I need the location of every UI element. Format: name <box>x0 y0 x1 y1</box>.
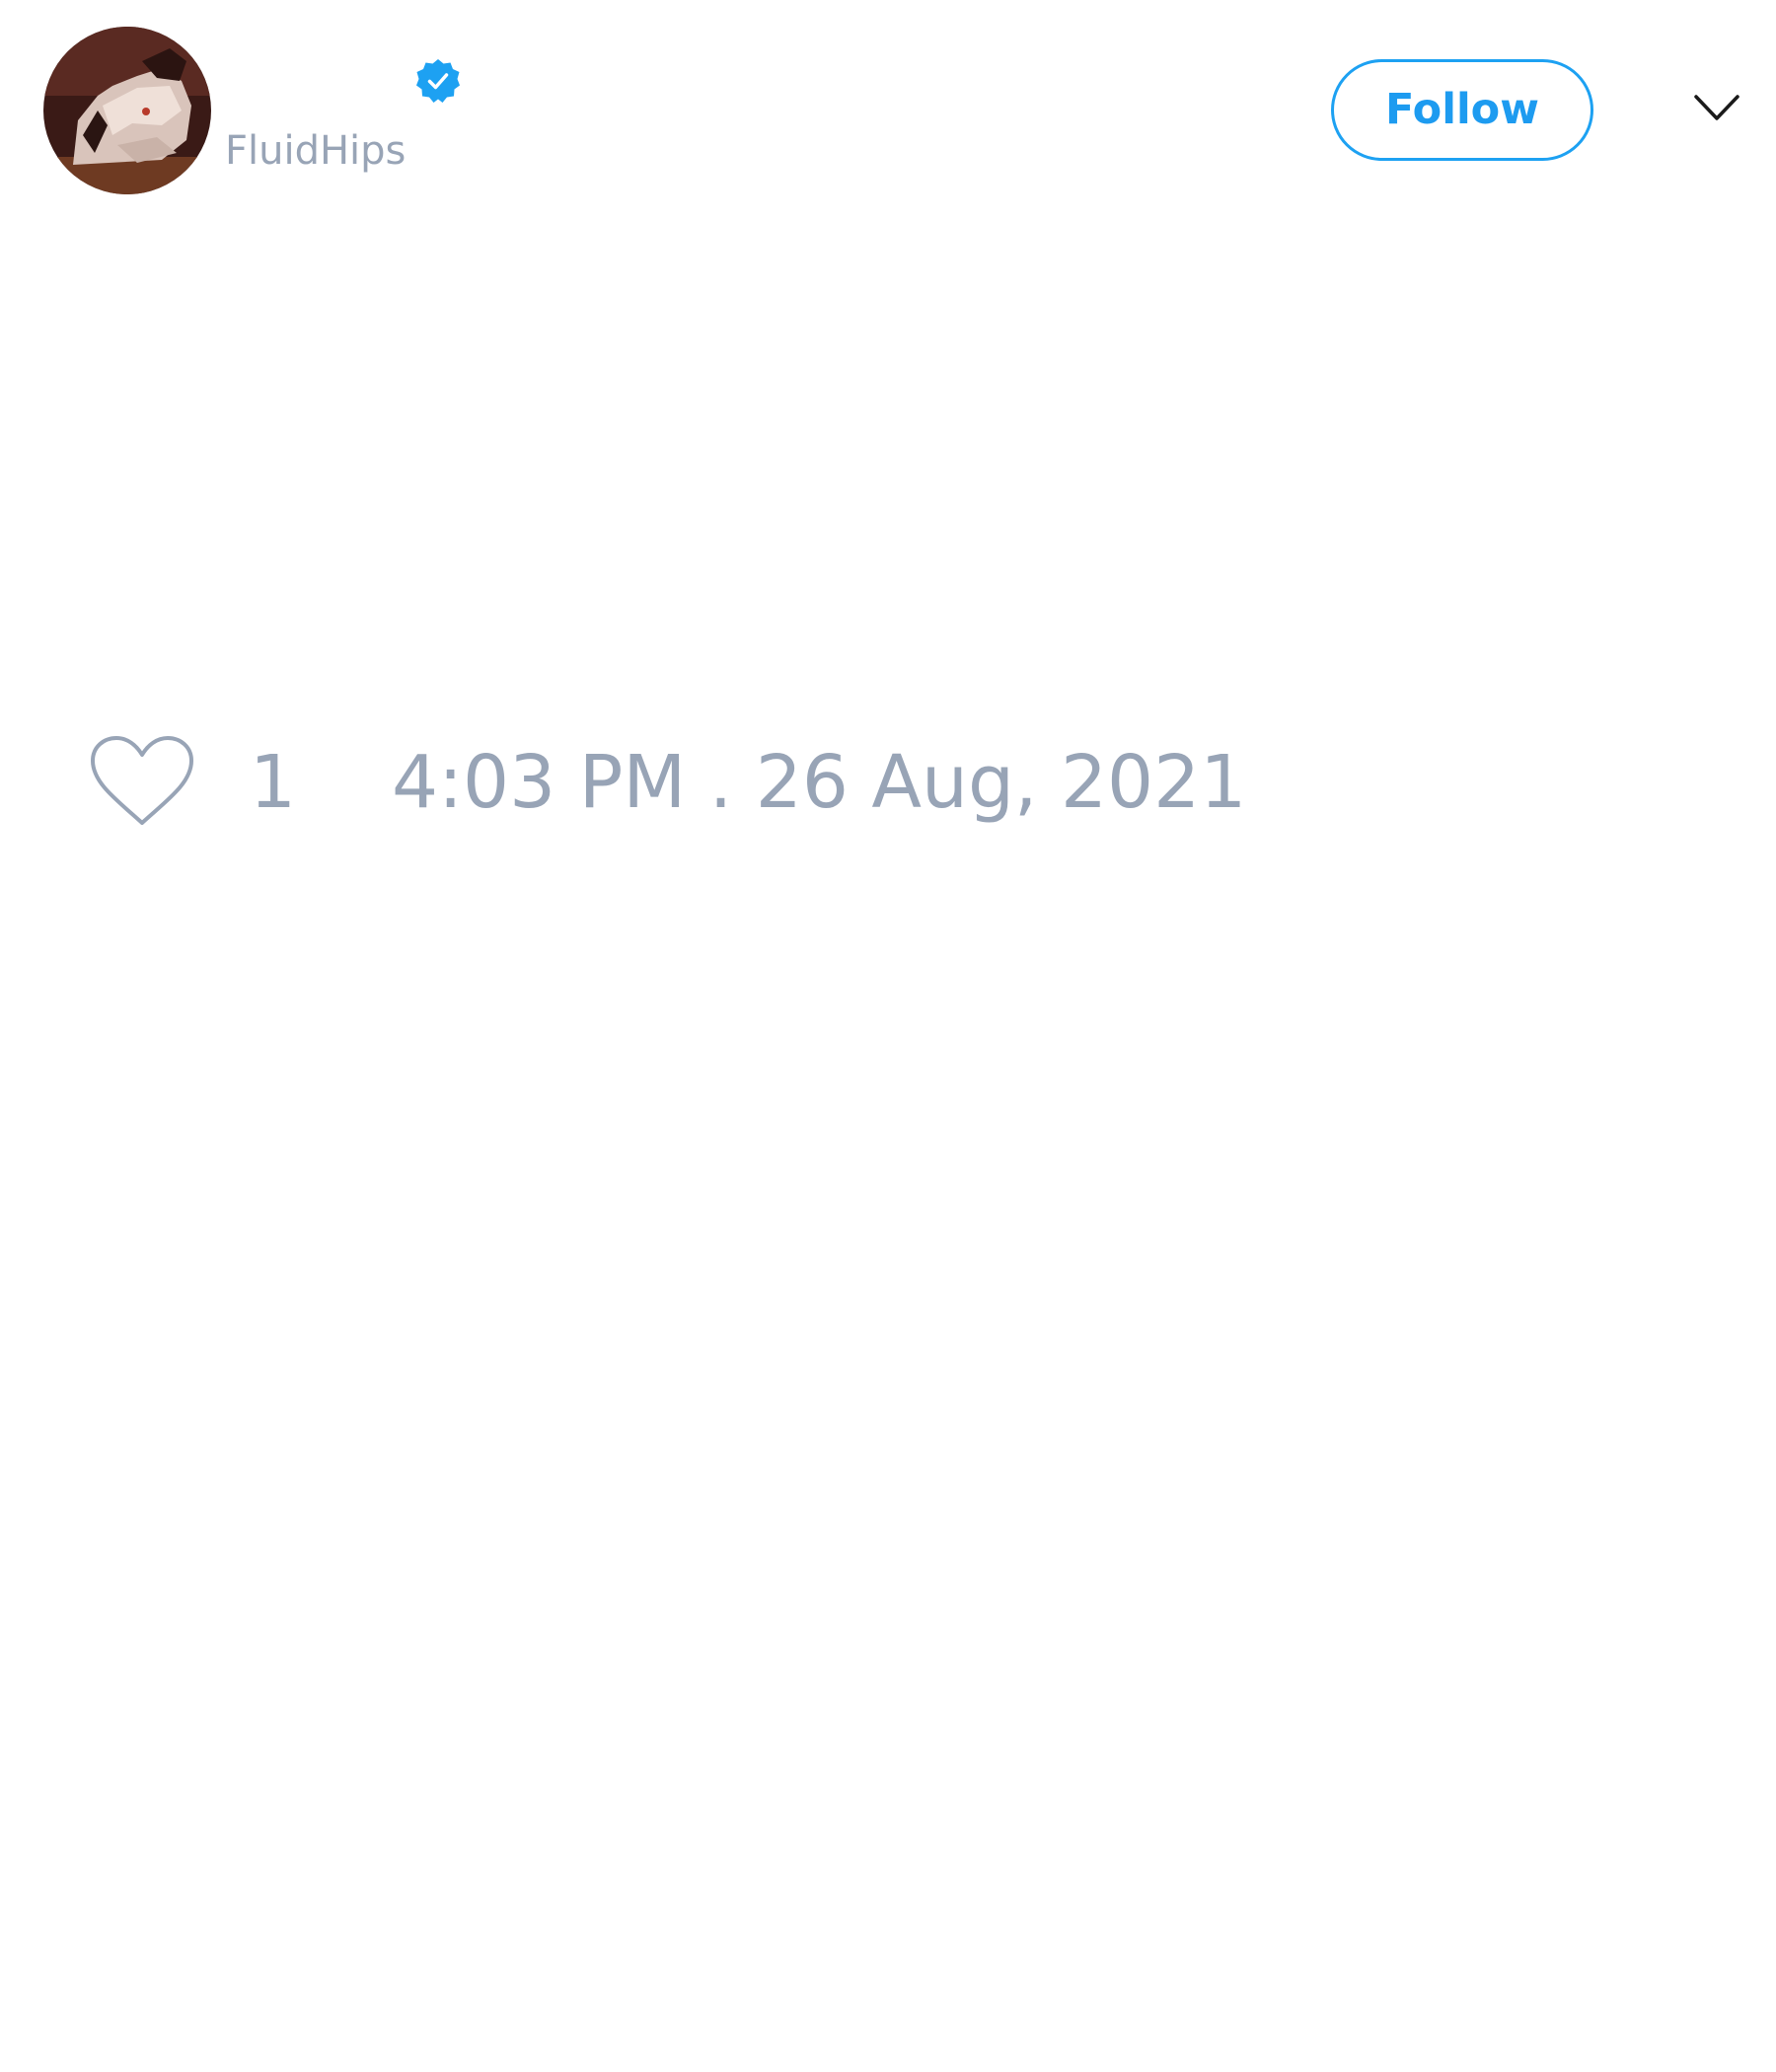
follow-button[interactable]: Follow <box>1331 59 1593 161</box>
tweet-timestamp[interactable]: 4:03 PM . 26 Aug, 2021 <box>392 739 1246 826</box>
tweet-card: FluidHips Follow 1 4:03 PM . 26 Aug, 202… <box>0 0 1776 2072</box>
avatar-image <box>43 27 211 194</box>
author-handle[interactable]: FluidHips <box>225 126 406 176</box>
verified-badge-icon <box>414 57 462 105</box>
like-count: 1 <box>250 740 297 825</box>
avatar[interactable] <box>43 27 211 194</box>
chevron-down-icon[interactable] <box>1693 93 1740 124</box>
heart-outline-icon[interactable] <box>89 734 195 827</box>
tweet-footer: 1 4:03 PM . 26 Aug, 2021 <box>0 725 1776 834</box>
